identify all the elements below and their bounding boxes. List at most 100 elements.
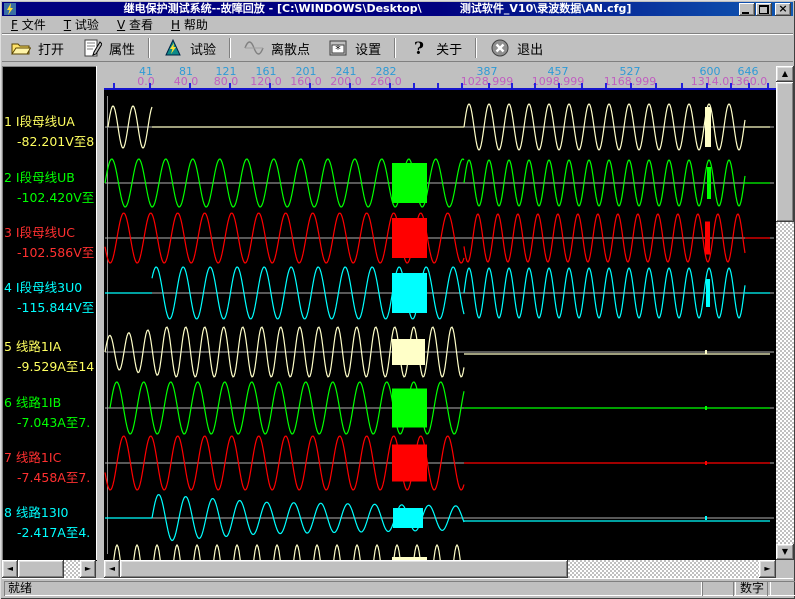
channel-range: -2.417A至4. [17, 523, 97, 543]
ruler-time-label: 200.0 [330, 76, 362, 87]
settings-button[interactable]: * 设置 [319, 36, 390, 60]
discrete-points-button[interactable]: 离散点 [235, 36, 319, 60]
channel-range: -7.043A至7. [17, 413, 97, 433]
menu-key: H [171, 18, 180, 32]
menu-bar: F 文件 T 试验 V 查看 H 帮助 [2, 16, 793, 34]
channel-label: 7 线路1IC-7.458A至7. [4, 448, 97, 488]
properties-button[interactable]: 属性 [73, 36, 144, 60]
cursor-marker-bar [705, 516, 707, 520]
channel-label: 5 线路1IA-9.529A至14 [4, 337, 97, 377]
exit-icon [490, 38, 510, 58]
channel-range: -102.420V至 [17, 188, 97, 208]
svg-text:?: ? [414, 39, 424, 58]
channel-range: -102.586V至 [17, 243, 97, 263]
arrow-left-icon: ◄ [7, 565, 13, 573]
channel-name: 5 线路1IA [4, 337, 97, 357]
ruler-tick [655, 83, 657, 88]
channel-range: -115.844V至 [17, 298, 97, 318]
toolbar-separator [229, 38, 231, 58]
channel-range: -7.458A至7. [17, 468, 97, 488]
channel-label: 2 Ⅰ段母线UB-102.420V至 [4, 168, 97, 208]
ruler-tick [269, 83, 271, 88]
ruler-tick [189, 83, 191, 88]
menu-item-help[interactable]: H 帮助 [162, 16, 217, 33]
ruler-time-label: 120.0 [250, 76, 282, 87]
scroll-down-button[interactable]: ▼ [776, 544, 794, 560]
ruler-tick [389, 83, 391, 88]
arrow-up-icon: ▲ [782, 70, 788, 78]
window-title: 继电保护测试系统--故障回放 - [C:\WINDOWS\Desktop\ 测试… [16, 2, 739, 16]
cursor-marker-bar [705, 107, 711, 147]
waveform-scroll-thumb[interactable] [120, 560, 568, 578]
ruler-tick [413, 83, 415, 88]
menu-item-file[interactable]: F 文件 [2, 16, 55, 33]
test-button[interactable]: 试验 [154, 36, 225, 60]
menu-label: 试验 [75, 18, 99, 32]
scroll-up-button[interactable]: ▲ [776, 66, 794, 82]
channel-label-panel: 1 Ⅰ段母线UA-82.201V至82 Ⅰ段母线UB-102.420V至3 Ⅰ段… [2, 66, 97, 561]
ruler-tick [349, 83, 351, 88]
toolbar-separator [475, 38, 477, 58]
test-label: 试验 [190, 39, 216, 58]
cursor-marker-bar [705, 461, 707, 465]
ruler-tick [681, 83, 683, 88]
properties-icon [82, 38, 102, 58]
ruler-time-label: 1028.999 [461, 76, 514, 87]
minimize-button[interactable] [739, 3, 755, 16]
settings-icon: * [328, 38, 348, 58]
ruler-time-label: 1314.0 [691, 76, 730, 87]
status-num-lock: 数字 [733, 581, 771, 596]
about-icon: ? [409, 38, 429, 58]
toolbar-separator [394, 38, 396, 58]
minimize-icon [742, 12, 749, 14]
ruler-time-label: 0.0 [137, 76, 155, 87]
channel-marker-square [393, 508, 423, 528]
vertical-scrollbar[interactable]: ▲ ▼ [776, 66, 794, 560]
restore-button[interactable] [756, 3, 772, 16]
channel-marker-square [392, 339, 425, 365]
toolbar: 打开 属性 试验 离散点 * 设置 [2, 34, 793, 62]
menu-item-view[interactable]: V 查看 [108, 16, 162, 33]
ruler-tick [605, 83, 607, 88]
scroll-right-button[interactable]: ► [759, 560, 776, 578]
status-bar: 就绪 数字 [2, 578, 793, 598]
label-scroll-thumb[interactable] [18, 560, 64, 578]
channel-range: -82.201V至8 [17, 132, 97, 152]
test-icon [163, 38, 183, 58]
channel-marker-square [392, 445, 427, 482]
label-panel-scrollbar[interactable]: ◄ ► [2, 560, 96, 578]
channel-name: 8 线路13I0 [4, 503, 97, 523]
menu-item-test[interactable]: T 试验 [55, 16, 108, 33]
menu-label: 文件 [22, 18, 46, 32]
arrow-right-icon: ► [764, 565, 770, 573]
ruler-tick [437, 83, 439, 88]
ruler-tick [309, 83, 311, 88]
open-button[interactable]: 打开 [2, 36, 73, 60]
cursor-marker-bar [705, 406, 707, 410]
ruler: 410.08140.012180.0161120.0201160.0241200… [104, 66, 776, 90]
exit-button[interactable]: 退出 [481, 36, 552, 60]
about-button[interactable]: ? 关于 [400, 36, 471, 60]
ruler-tick [581, 83, 583, 88]
channel-label: 4 Ⅰ段母线3U0-115.844V至 [4, 278, 97, 318]
menu-key: F [11, 18, 18, 32]
channel-name: 3 Ⅰ段母线UC [4, 223, 97, 243]
ruler-tick [730, 83, 732, 88]
svg-text:*: * [335, 43, 341, 56]
cursor-marker-bar [706, 279, 710, 307]
vertical-scroll-thumb[interactable] [776, 82, 794, 222]
channel-marker-square [392, 389, 427, 428]
ruler-tick [149, 83, 151, 88]
close-button[interactable]: × [775, 3, 791, 16]
title-bar: 继电保护测试系统--故障回放 - [C:\WINDOWS\Desktop\ 测试… [2, 2, 793, 16]
scroll-left-button[interactable]: ◄ [2, 560, 18, 578]
channel-name: 4 Ⅰ段母线3U0 [4, 278, 97, 298]
cursor-marker-bar [705, 350, 707, 354]
scroll-right-button[interactable]: ► [80, 560, 96, 578]
ruler-time-label: 80.0 [214, 76, 239, 87]
channel-name: 7 线路1IC [4, 448, 97, 468]
waveform-scrollbar[interactable]: ◄ ► [104, 560, 776, 578]
menu-key: V [117, 18, 125, 32]
scroll-left-button[interactable]: ◄ [104, 560, 120, 578]
ruler-tick [706, 83, 708, 88]
